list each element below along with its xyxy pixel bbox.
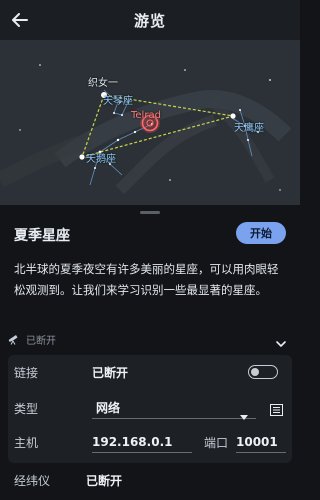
link-value: 已断开 xyxy=(92,365,129,380)
connection-status-text: 已断开 xyxy=(26,335,56,347)
type-select-value: 网络 xyxy=(96,401,121,415)
constellation-label-cygnus: 天鹅座 xyxy=(86,154,116,165)
mount-row: 经纬仪 已断开 xyxy=(14,467,122,493)
link-toggle[interactable] xyxy=(248,365,278,379)
type-label: 类型 xyxy=(14,401,39,416)
list-icon[interactable] xyxy=(270,401,283,420)
host-label: 主机 xyxy=(14,435,39,450)
sheet-drag-handle[interactable] xyxy=(140,211,160,214)
telescope-icon xyxy=(8,330,20,349)
constellation-label-aquila: 天鹰座 xyxy=(234,123,264,134)
mount-label: 经纬仪 xyxy=(14,473,51,488)
tour-title: 夏季星座 xyxy=(14,228,70,244)
telrad-label: Telrad xyxy=(131,110,161,121)
page-title: 游览 xyxy=(133,11,166,30)
link-label: 链接 xyxy=(14,365,39,380)
host-row: 主机 xyxy=(14,429,38,455)
port-row: 端口 xyxy=(204,429,228,455)
tour-description: 北半球的夏季夜空有许多美丽的星座，可以用肉眼轻松观测到。让我们来学习识别一些最显… xyxy=(14,262,279,297)
connection-status-row[interactable]: 已断开 xyxy=(8,327,292,351)
chevron-down-icon[interactable] xyxy=(276,333,286,352)
port-label: 端口 xyxy=(204,435,229,450)
toggle-knob xyxy=(251,367,259,376)
link-row: 链接 已断开 xyxy=(14,359,128,385)
constellation-label-lyra: 天琴座 xyxy=(103,96,133,107)
dropdown-arrow-icon xyxy=(240,405,248,424)
host-field[interactable] xyxy=(92,431,192,453)
tour-sheet: 夏季星座 开始 北半球的夏季夜空有许多美丽的星座，可以用肉眼轻松观测到。让我们来… xyxy=(0,205,300,500)
star-label-zhinv: 织女一 xyxy=(88,78,118,89)
app-header: 游览 xyxy=(0,0,300,40)
sky-map[interactable]: 织女一 天琴座 Telrad 天鹰座 天鹅座 xyxy=(0,40,300,205)
type-select[interactable]: 网络 xyxy=(92,397,256,420)
host-input[interactable] xyxy=(92,434,192,449)
type-row: 类型 xyxy=(14,395,38,421)
mount-value: 已断开 xyxy=(86,473,123,488)
connection-panel: 链接 已断开 类型 网络 主机 192.168.0.1 端口 10001 xyxy=(8,355,292,463)
port-input[interactable] xyxy=(236,434,286,449)
start-button[interactable]: 开始 xyxy=(236,222,286,244)
back-arrow-icon[interactable] xyxy=(10,10,30,30)
app-root: 游览 织女一 天琴座 Telrad 天鹰座 天鹅座 夏季星座 开始 北半球的夏季… xyxy=(0,0,300,500)
port-field[interactable] xyxy=(236,431,286,453)
